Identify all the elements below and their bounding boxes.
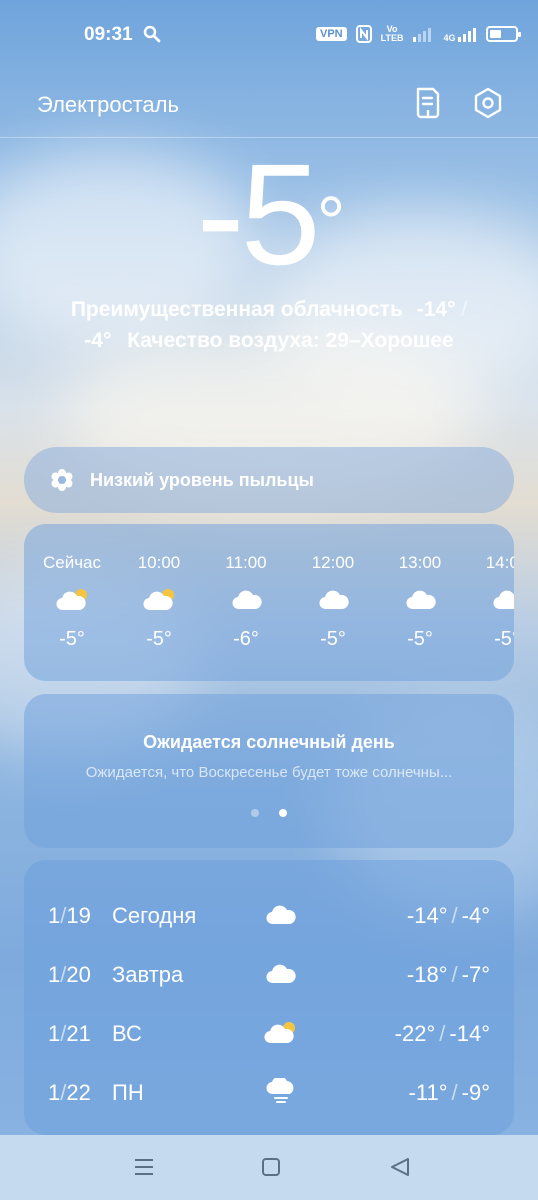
cloud-icon [230, 587, 264, 613]
daily-forecast[interactable]: 1/19 Сегодня -14° / -4° 1/20 Завтра -18° / -7° 1/2… [24, 860, 514, 1135]
cloud-icon [317, 587, 351, 613]
partly-cloudy-icon [56, 587, 90, 613]
tip-title: Ожидается солнечный день [143, 732, 395, 752]
page-indicator-dot-active[interactable] [279, 809, 287, 817]
day-date: 1/20 [48, 962, 91, 987]
tip-subtitle: Ожидается, что Воскресенье будет тоже со… [85, 764, 453, 781]
day-temps: -11° / -9° [408, 1080, 490, 1105]
navigation-bar [0, 1135, 538, 1200]
condition-text: Преимущественная облачность [70, 298, 403, 321]
daily-row[interactable]: 1/20 Завтра -18° / -7° [24, 954, 514, 994]
document-icon[interactable] [412, 86, 444, 120]
city-name[interactable]: Электросталь [37, 92, 179, 118]
day-temps: -14° / -4° [406, 903, 490, 928]
low-temp: -14° [416, 298, 456, 321]
day-name: ВС [112, 1021, 142, 1046]
cloud-icon [404, 587, 438, 613]
hour-temp: -5° [494, 628, 514, 650]
pollen-card[interactable]: Низкий уровень пыльцы [24, 447, 514, 513]
nfc-icon [355, 25, 372, 43]
status-bar: 09:31 VPN Vo LTEB 4G [0, 0, 538, 68]
pollen-flower-icon [51, 469, 73, 491]
daily-row[interactable]: 1/19 Сегодня -14° / -4° [24, 895, 514, 935]
back-icon[interactable] [388, 1155, 412, 1179]
hour-time: 11:00 [225, 553, 267, 572]
day-temps: -22° / -14° [394, 1021, 490, 1046]
day-temps: -18° / -7° [406, 962, 490, 987]
status-time: 09:31 [84, 24, 133, 45]
page-indicator-dot[interactable] [251, 809, 259, 817]
cloud-icon [264, 901, 298, 929]
snow-cloud-icon [264, 1076, 298, 1106]
day-name: ПН [112, 1080, 144, 1105]
day-name: Завтра [112, 962, 184, 987]
hour-temp: -5° [59, 628, 85, 650]
partly-cloudy-icon [264, 1019, 298, 1047]
menu-icon[interactable] [132, 1155, 156, 1179]
hour-time: 14:00 [485, 553, 514, 572]
day-date: 1/19 [48, 903, 91, 928]
high-temp: -4° [84, 329, 112, 352]
hourly-forecast[interactable]: Сейчас -5° 10:00 -5° 11:00 -6° 12:00 -5° 13:00 -5… [24, 524, 514, 681]
pollen-label: Низкий уровень пыльцы [90, 469, 314, 490]
settings-hexagon-icon[interactable] [472, 86, 504, 120]
current-description: Преимущественная облачность -14° / -4° К… [0, 294, 538, 356]
hour-temp: -5° [320, 628, 346, 650]
signal-4g: 4G [443, 25, 477, 43]
status-icons: VPN Vo LTEB 4G [316, 22, 522, 46]
hour-temp: -5° [146, 628, 172, 650]
hour-time: 10:00 [137, 553, 181, 572]
current-temperature: -5° [196, 134, 346, 295]
daily-row[interactable]: 1/21 ВС -22° / -14° [24, 1013, 514, 1053]
cloud-icon [491, 587, 514, 613]
hour-time: 12:00 [311, 553, 355, 572]
volte-indicator: Vo LTEB [380, 24, 404, 43]
hour-time: Сейчас [42, 553, 102, 572]
temp-separator: / [461, 298, 468, 321]
tip-card[interactable]: Ожидается солнечный день Ожидается, что … [24, 694, 514, 848]
day-date: 1/22 [48, 1080, 91, 1105]
battery-icon [486, 26, 522, 42]
day-date: 1/21 [48, 1021, 91, 1046]
day-name: Сегодня [112, 903, 197, 928]
signal-strength-icon [458, 28, 477, 42]
search-icon [143, 25, 161, 43]
signal-strength-weak-icon [413, 28, 432, 42]
hour-time: 13:00 [398, 553, 442, 572]
hour-temp: -6° [233, 628, 259, 650]
home-icon[interactable] [259, 1155, 283, 1179]
hour-temp: -5° [407, 628, 433, 650]
daily-row[interactable]: 1/22 ПН -11° / -9° [24, 1072, 514, 1112]
vpn-badge: VPN [316, 27, 347, 41]
air-quality[interactable]: Качество воздуха: 29–Хорошее [127, 329, 454, 352]
cloud-icon [264, 960, 298, 988]
partly-cloudy-icon [143, 587, 177, 613]
